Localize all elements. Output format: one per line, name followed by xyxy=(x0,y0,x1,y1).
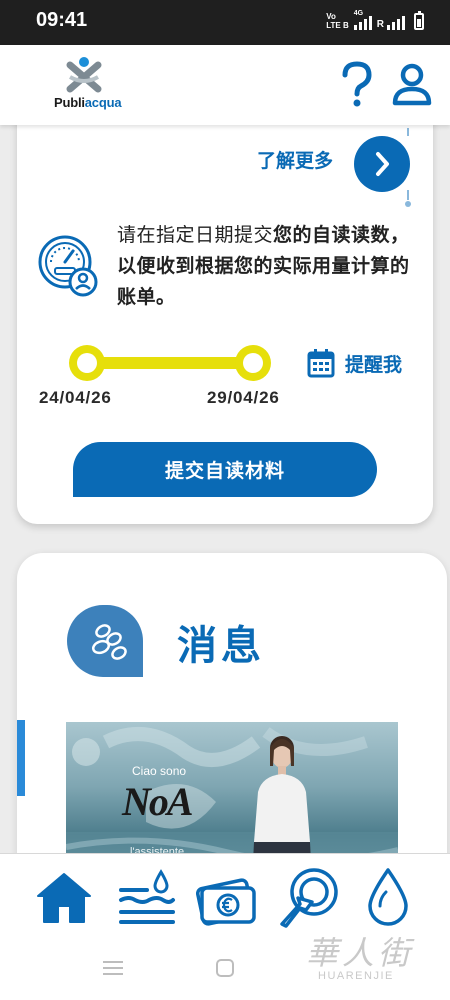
signal-icon-2 xyxy=(387,14,405,30)
water-meter-readings-icon xyxy=(119,869,175,924)
start-date: 24/04/26 xyxy=(39,388,112,407)
chat-bubbles-icon xyxy=(92,624,127,660)
tap-report-icon xyxy=(280,868,338,928)
home-icon xyxy=(37,873,91,923)
signal-icon: 4G xyxy=(353,10,372,30)
learn-more-button[interactable] xyxy=(354,136,410,192)
nav-services[interactable] xyxy=(278,866,342,928)
calendar-icon xyxy=(307,349,335,378)
reading-description: 请在指定日期提交您的自读读数，以便收到根据您的实际用量计算的账单。 xyxy=(117,224,410,308)
water-meter-icon xyxy=(37,234,99,300)
recent-apps-icon[interactable] xyxy=(103,961,123,977)
publiacqua-logo[interactable]: Publiacqua xyxy=(52,55,122,119)
logo-text: Publiacqua xyxy=(54,95,122,110)
user-icon[interactable] xyxy=(392,63,432,107)
app-header: Publiacqua xyxy=(0,45,450,125)
period-start-marker xyxy=(69,345,105,381)
nav-water[interactable] xyxy=(360,866,424,928)
watermark-chinese: 華人街 xyxy=(306,934,415,972)
status-bar: 09:41 Vo LTE B 4G R xyxy=(0,0,450,45)
messages-icon xyxy=(67,605,143,677)
period-end-marker xyxy=(235,345,271,381)
battery-icon xyxy=(414,11,424,30)
nav-bills[interactable] xyxy=(196,866,260,928)
nav-readings[interactable] xyxy=(115,866,179,928)
learn-more-link[interactable]: 了解更多 xyxy=(257,146,333,173)
end-date: 29/04/26 xyxy=(207,388,280,407)
noa-logo: NoA xyxy=(122,779,194,824)
self-reading-card: 了解更多 请在指定日期提交您的自读读数，以便收到根据您的实际用量计算的账单。 2… xyxy=(17,110,433,524)
promo-greeting: Ciao sono xyxy=(132,764,187,778)
roaming-indicator: R xyxy=(376,19,384,30)
status-time: 09:41 xyxy=(36,9,88,31)
reading-period-track xyxy=(87,357,257,369)
watermark-latin: HUARENJIE xyxy=(318,970,394,982)
chevron-right-icon xyxy=(376,152,389,176)
question-mark-icon[interactable] xyxy=(340,61,374,109)
remind-me-label: 提醒我 xyxy=(345,353,403,376)
home-button-icon[interactable] xyxy=(216,959,234,977)
volte-indicator: Vo LTE B xyxy=(326,12,349,30)
euro-bill-icon xyxy=(196,878,256,926)
logo-mark-icon xyxy=(66,57,102,93)
status-icons: Vo LTE B 4G R xyxy=(326,10,424,30)
messages-card: 消息 Ciao sono NoA l'assistente xyxy=(17,553,447,883)
nav-home[interactable] xyxy=(32,866,96,928)
watermark: 華人街 HUARENJIE xyxy=(300,928,440,990)
messages-title: 消息 xyxy=(177,623,265,669)
water-drop-icon xyxy=(368,868,408,926)
submit-reading-button[interactable]: 提交自读材料 xyxy=(73,442,377,497)
carousel-indicator xyxy=(17,720,25,796)
remind-me-button[interactable]: 提醒我 xyxy=(307,346,402,380)
